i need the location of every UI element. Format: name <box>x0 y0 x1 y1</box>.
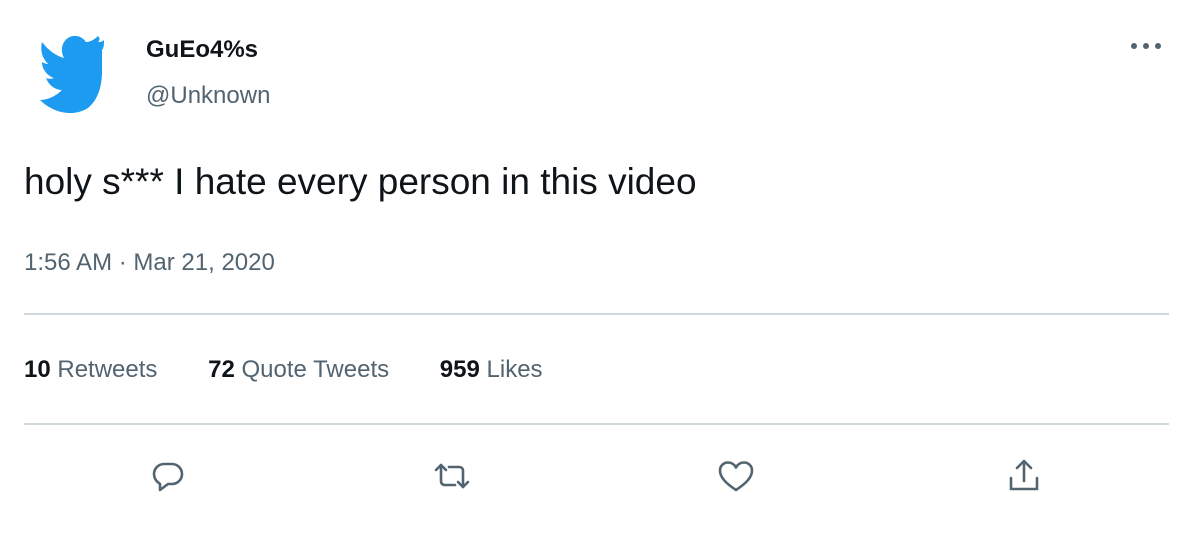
reply-icon <box>151 459 185 493</box>
stat-retweets[interactable]: 10 Retweets <box>24 352 157 388</box>
stat-label: Retweets <box>57 356 158 383</box>
tweet-time[interactable]: 1:56 AM <box>24 249 112 276</box>
stat-value: 10 <box>24 356 51 383</box>
tweet-card: GuEo4%s @Unknown holy s*** I hate every … <box>0 0 1192 546</box>
tweet-author: GuEo4%s @Unknown <box>146 33 270 113</box>
heart-icon <box>717 459 755 493</box>
stat-value: 72 <box>208 356 235 383</box>
meta-separator: · <box>118 249 127 276</box>
tweet-text: holy s*** I hate every person in this vi… <box>24 161 697 202</box>
more-dots-icon <box>1130 42 1162 50</box>
stat-likes[interactable]: 959 Likes <box>440 352 543 388</box>
stat-value: 959 <box>439 356 480 383</box>
retweet-icon <box>432 459 472 493</box>
stat-label: Likes <box>486 356 543 383</box>
retweet-button[interactable] <box>426 450 478 502</box>
tweet-meta: 1:56 AM · Mar 21, 2020 <box>24 245 275 281</box>
stat-quote-tweets[interactable]: 72 Quote Tweets <box>208 352 389 388</box>
more-options-button[interactable] <box>1126 34 1166 58</box>
divider <box>24 313 1169 315</box>
twitter-bird-icon[interactable] <box>38 28 104 118</box>
divider <box>24 423 1169 425</box>
reply-button[interactable] <box>142 450 194 502</box>
like-button[interactable] <box>710 450 762 502</box>
tweet-stats: 10 Retweets 72 Quote Tweets 959 Likes <box>24 352 587 388</box>
stat-label: Quote Tweets <box>241 356 390 383</box>
share-button[interactable] <box>998 450 1050 502</box>
author-display-name[interactable]: GuEo4%s <box>146 33 270 67</box>
share-icon <box>1006 458 1042 494</box>
author-handle[interactable]: @Unknown <box>146 79 270 113</box>
tweet-date[interactable]: Mar 21, 2020 <box>133 249 274 276</box>
